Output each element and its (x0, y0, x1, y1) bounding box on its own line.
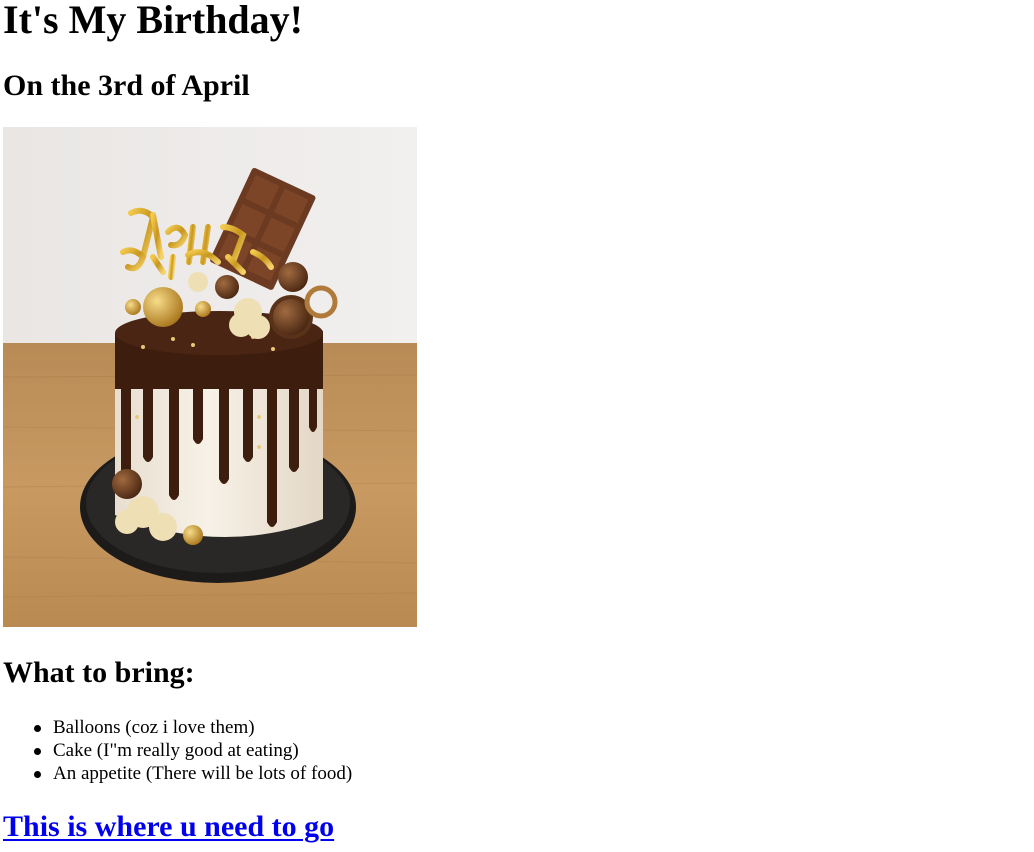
list-item: Balloons (coz i love them) (34, 716, 352, 739)
bring-list: Balloons (coz i love them) Cake (I"m rea… (3, 716, 352, 785)
bullet-icon (34, 771, 41, 778)
bullet-icon (34, 725, 41, 732)
location-link[interactable]: This is where u need to go (3, 810, 334, 843)
what-to-bring-heading: What to bring: (3, 656, 195, 689)
page-title: It's My Birthday! (3, 0, 303, 42)
list-item: An appetite (There will be lots of food) (34, 762, 353, 785)
bullet-icon (34, 748, 41, 755)
list-item: Cake (I"m really good at eating) (34, 739, 352, 762)
list-item-text: Cake (I"m really good at eating) (53, 740, 299, 761)
event-date-subtitle: On the 3rd of April (3, 69, 250, 102)
list-item-text: An appetite (There will be lots of food) (53, 763, 353, 784)
list-item-text: Balloons (coz i love them) (53, 717, 255, 738)
birthday-cake-image (3, 127, 417, 627)
location-link-heading: This is where u need to go (3, 810, 334, 844)
